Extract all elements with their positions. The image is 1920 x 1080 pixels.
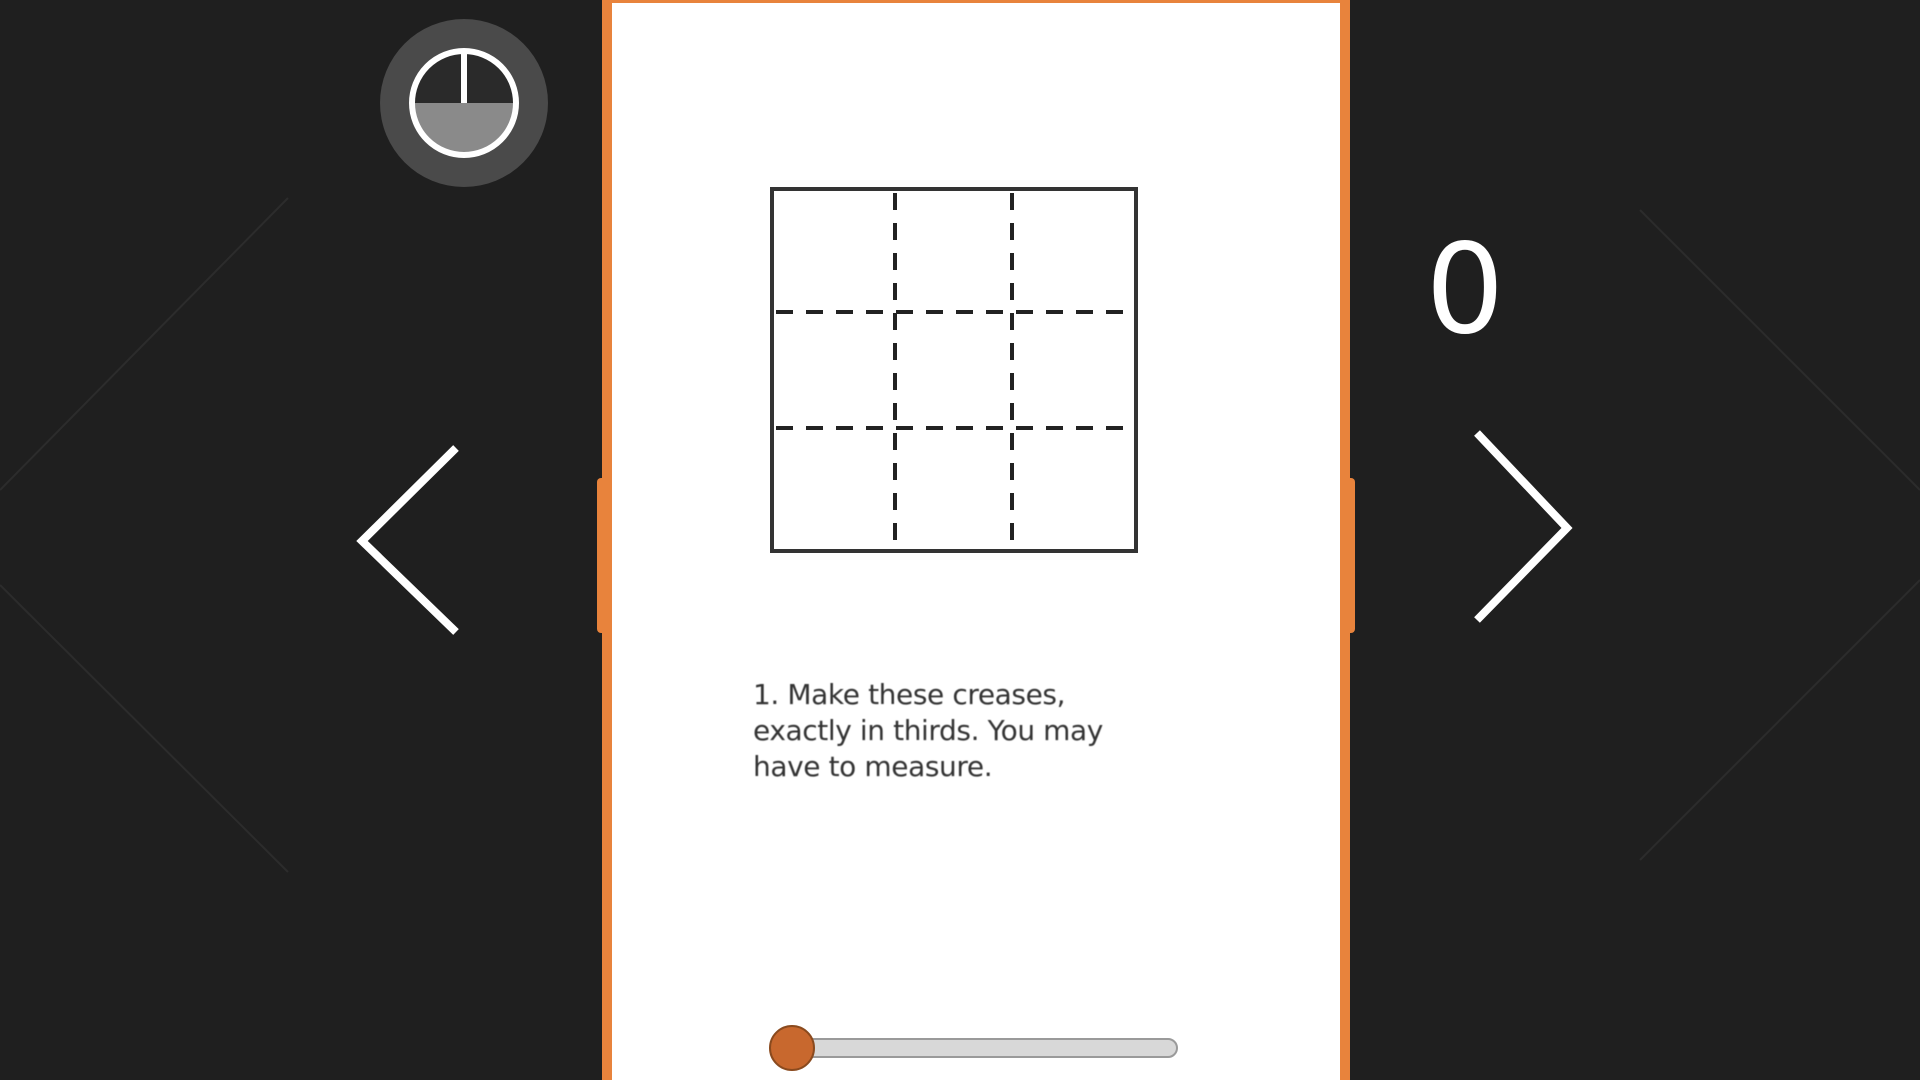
chevron-left-icon — [356, 445, 459, 635]
step-counter: 0 — [1425, 218, 1505, 362]
step-slider-track[interactable] — [770, 1038, 1178, 1058]
instruction-text: 1. Make these creases, exactly in thirds… — [753, 678, 1103, 783]
next-step-button[interactable] — [1465, 430, 1575, 625]
timer-button[interactable] — [380, 19, 548, 187]
card-side-tab-right — [1345, 478, 1355, 633]
chevron-right-icon — [1474, 430, 1573, 623]
viewer-stage: 0 1. Make these creases, exactly in thir… — [0, 0, 1920, 1080]
crease-grid-diagram — [770, 187, 1138, 553]
card-side-tab-left — [597, 478, 607, 633]
clock-icon — [409, 48, 519, 158]
step-slider-thumb[interactable] — [769, 1025, 815, 1071]
previous-step-button[interactable] — [350, 445, 460, 635]
